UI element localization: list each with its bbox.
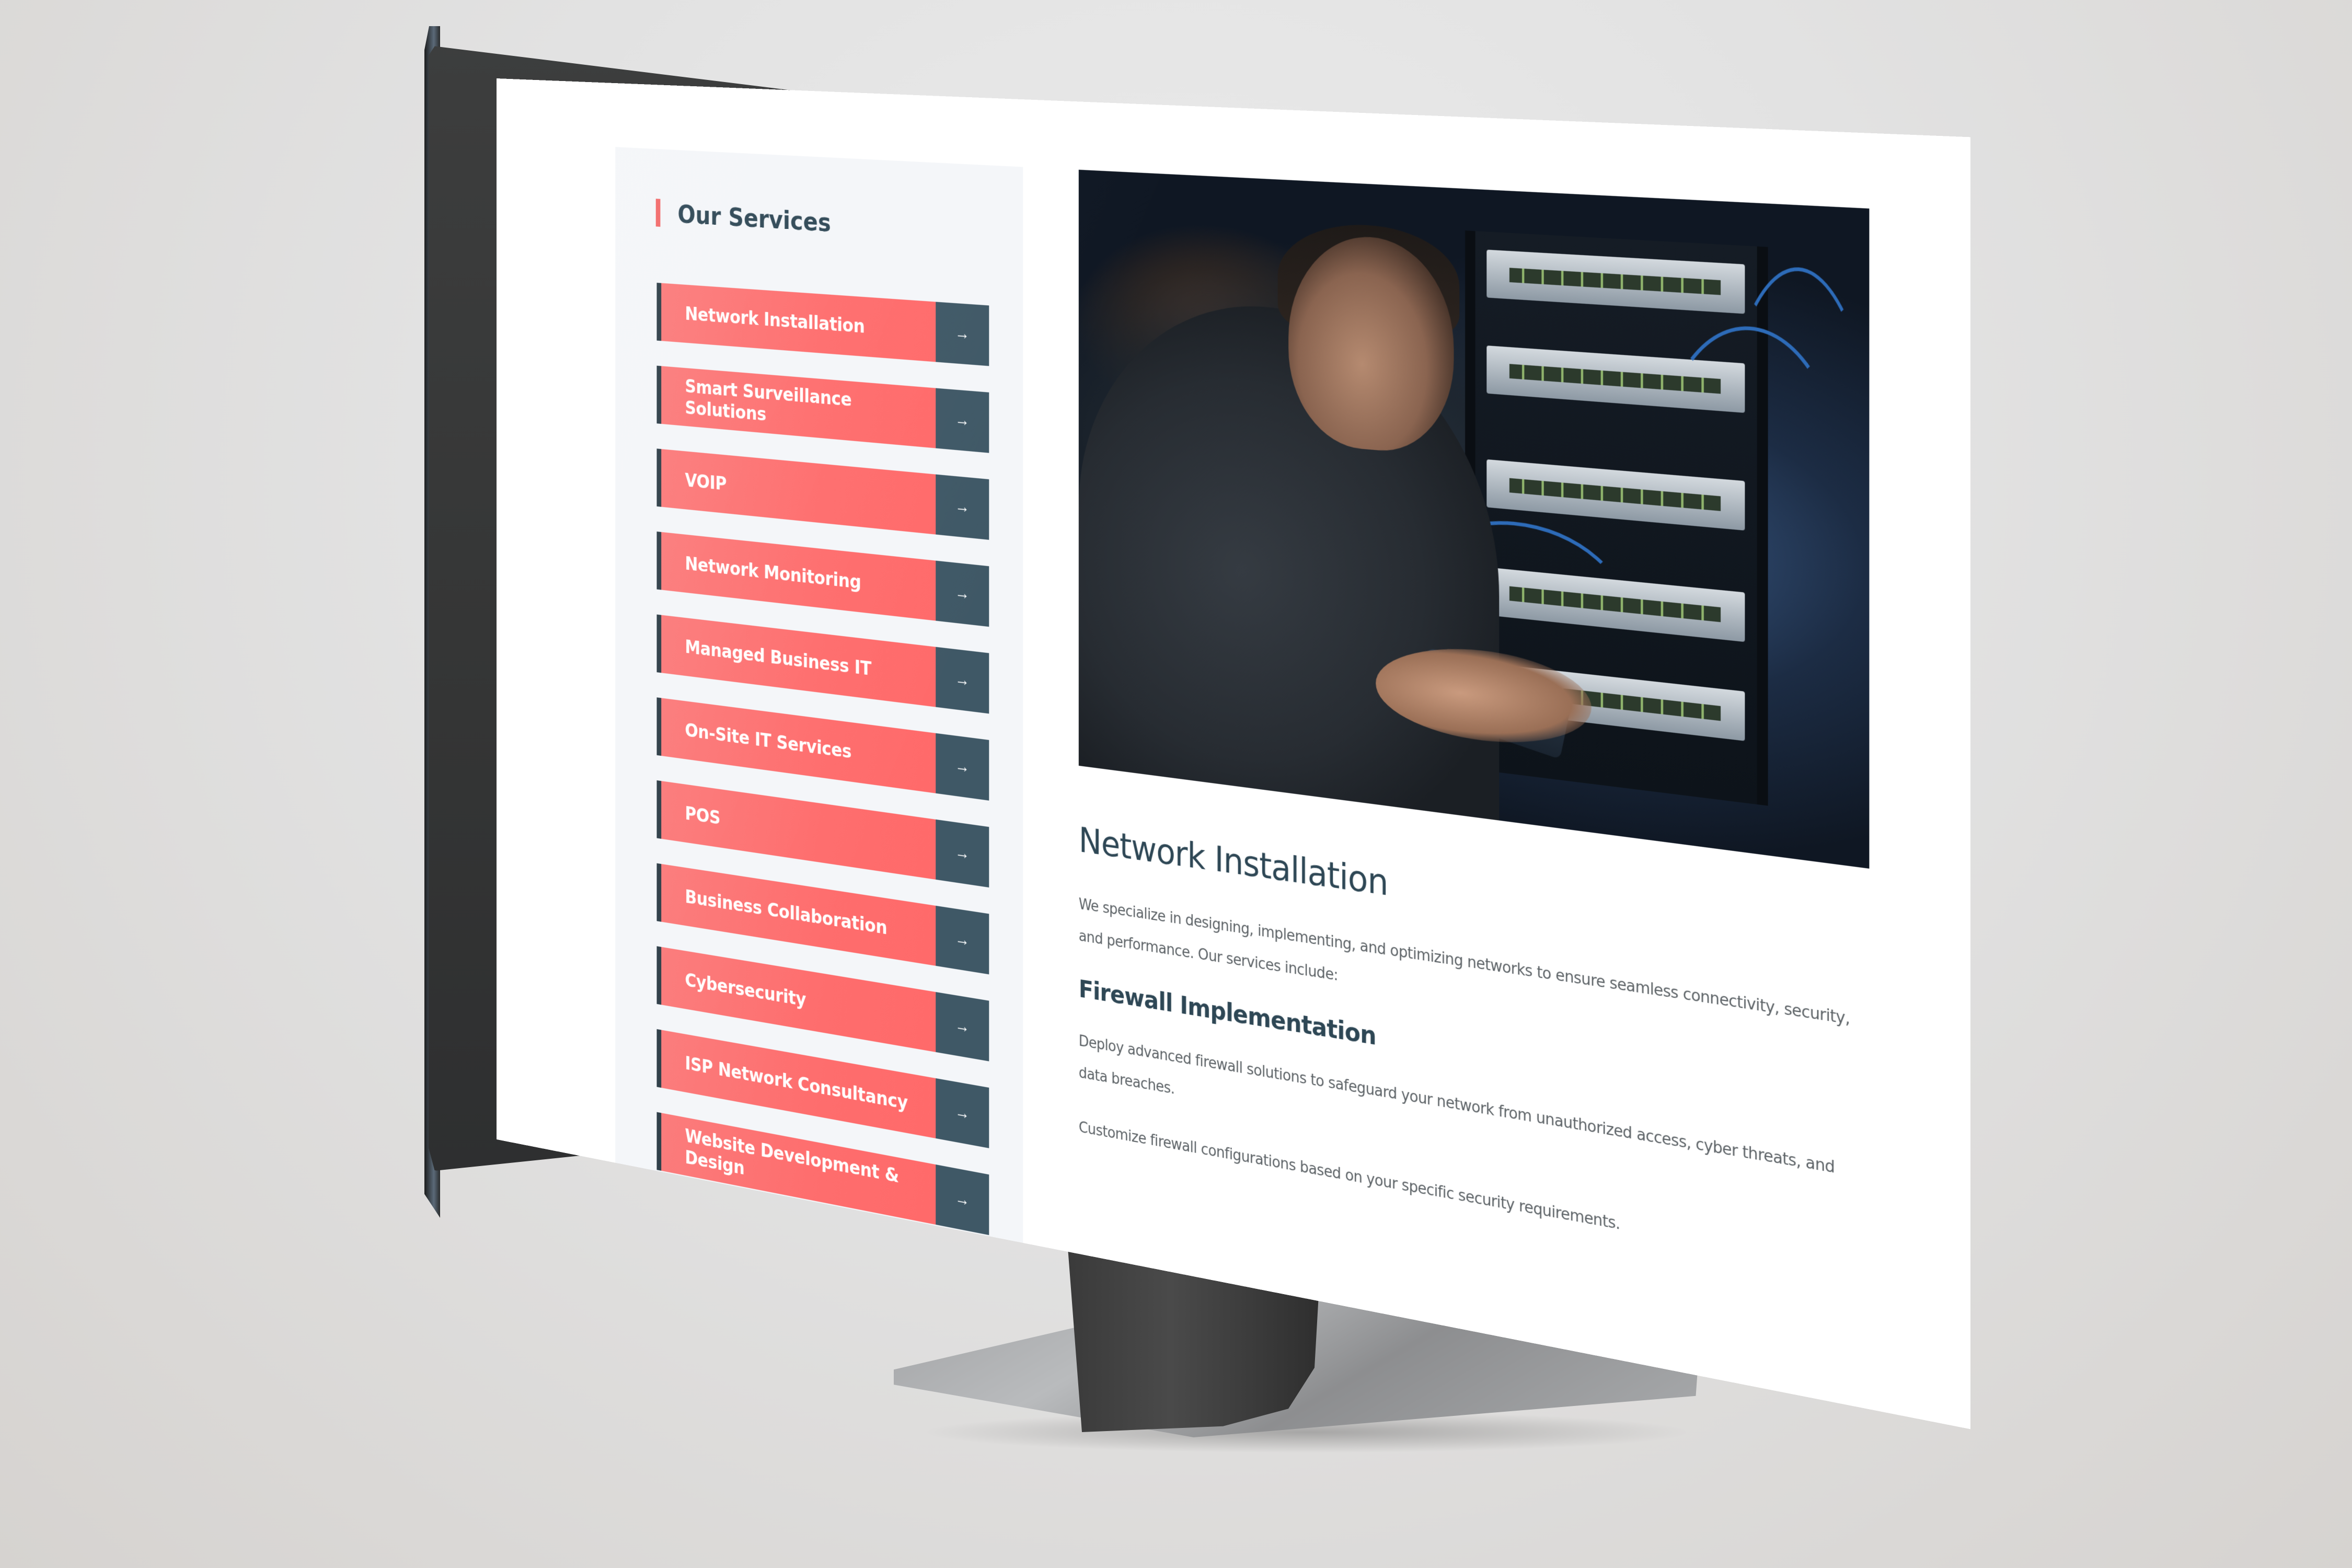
sidebar-heading: Our Services — [655, 198, 831, 238]
service-label: POS — [661, 781, 936, 880]
arrow-right-icon[interactable]: → — [936, 474, 989, 540]
monitor-mockup-scene: Our Services Network Installation → Smar… — [0, 0, 2352, 1568]
service-label: Network Installation — [661, 283, 936, 362]
service-list: Network Installation → Smart Surveillanc… — [656, 282, 989, 1262]
arrow-right-icon[interactable]: → — [936, 302, 989, 366]
sidebar-title: Our Services — [677, 199, 831, 238]
heading-accent-bar — [655, 199, 661, 227]
service-detail: Network Installation We specialize in de… — [1078, 169, 1870, 1312]
service-label: Smart Surveillance Solutions — [661, 366, 936, 448]
arrow-right-icon[interactable]: → — [936, 991, 989, 1062]
service-item-managed-business-it[interactable]: Managed Business IT → — [656, 614, 989, 714]
arrow-right-icon[interactable]: → — [936, 733, 989, 801]
arrow-right-icon[interactable]: → — [936, 647, 989, 714]
arrow-right-icon[interactable]: → — [936, 560, 989, 627]
service-item-on-site-it[interactable]: On-Site IT Services → — [656, 697, 989, 801]
arrow-right-icon[interactable]: → — [936, 1165, 989, 1236]
service-item-smart-surveillance[interactable]: Smart Surveillance Solutions → — [656, 365, 989, 453]
monitor-screen: Our Services Network Installation → Smar… — [497, 78, 1971, 1429]
service-label: Network Monitoring — [661, 532, 936, 621]
arrow-right-icon[interactable]: → — [936, 905, 989, 975]
service-label: On-Site IT Services — [661, 698, 936, 793]
service-item-network-monitoring[interactable]: Network Monitoring → — [656, 531, 989, 627]
service-label: Managed Business IT — [661, 615, 936, 707]
service-item-voip[interactable]: VOIP → — [656, 448, 989, 540]
services-sidebar: Our Services Network Installation → Smar… — [615, 147, 1023, 1249]
hero-image — [1078, 169, 1870, 869]
arrow-right-icon[interactable]: → — [936, 388, 989, 453]
service-item-network-installation[interactable]: Network Installation → — [656, 282, 989, 366]
service-label: VOIP — [661, 449, 936, 535]
service-label: Cybersecurity — [661, 947, 936, 1052]
monitor: Our Services Network Installation → Smar… — [0, 0, 2352, 1568]
arrow-right-icon[interactable]: → — [936, 1078, 989, 1148]
service-label: Business Collaboration — [661, 863, 936, 966]
arrow-right-icon[interactable]: → — [936, 819, 989, 887]
